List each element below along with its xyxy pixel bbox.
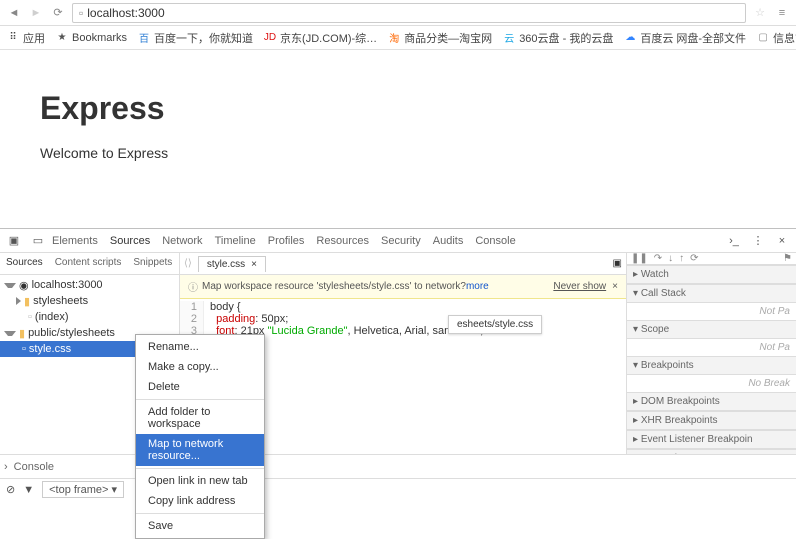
- bookmark-item[interactable]: 淘商品分类—淘宝网: [387, 30, 492, 46]
- pane-breakpoints[interactable]: ▾ Breakpoints: [627, 356, 796, 375]
- apps-icon: ⠿: [6, 31, 20, 45]
- address-bar[interactable]: ▫ localhost:3000: [72, 3, 746, 23]
- page-content: Express Welcome to Express: [0, 50, 796, 161]
- device-icon[interactable]: ▭: [28, 231, 48, 251]
- console-drawer[interactable]: › Console: [0, 454, 796, 478]
- devtools-tab-network[interactable]: Network: [162, 235, 202, 247]
- editor-tab-stylecss[interactable]: style.css ×: [198, 256, 266, 272]
- favicon: JD: [263, 31, 277, 45]
- star-icon[interactable]: ☆: [752, 5, 768, 21]
- step-out-icon[interactable]: ↑: [679, 253, 684, 264]
- kebab-icon[interactable]: ⋮: [748, 231, 768, 251]
- tree-folder-stylesheets[interactable]: ▮stylesheets: [0, 293, 179, 309]
- async-icon[interactable]: ⚑: [783, 253, 792, 264]
- breakpoints-status: No Break: [627, 375, 796, 392]
- file-icon: ▫: [22, 343, 26, 355]
- page-icon: ▫: [79, 6, 83, 20]
- context-menu-item[interactable]: Rename...: [136, 337, 264, 357]
- devtools-tab-console[interactable]: Console: [475, 235, 515, 247]
- pane-xhr-bp[interactable]: ▸ XHR Breakpoints: [627, 411, 796, 430]
- scope-status: Not Pa: [627, 339, 796, 356]
- pane-evl-bp[interactable]: ▸ Event Listener Breakpoin: [627, 430, 796, 449]
- pause-icon[interactable]: ❚❚: [631, 253, 648, 264]
- sources-subtab[interactable]: Sources: [0, 253, 49, 274]
- filter-icon[interactable]: ▼: [23, 484, 34, 496]
- chevron-down-icon: [4, 331, 16, 336]
- url-text: localhost:3000: [87, 6, 164, 20]
- bookmark-item[interactable]: ★Bookmarks: [55, 30, 127, 46]
- bookmark-item[interactable]: 云360云盘 - 我的云盘: [502, 30, 613, 46]
- close-devtools-icon[interactable]: ×: [772, 231, 792, 251]
- favicon: 百: [137, 31, 151, 45]
- context-menu-item[interactable]: Save: [136, 516, 264, 536]
- apps-button[interactable]: ⠿应用: [6, 30, 45, 46]
- inspect-icon[interactable]: ▣: [4, 231, 24, 251]
- bookmark-item[interactable]: ☁百度云 网盘-全部文件: [623, 30, 746, 46]
- context-selector[interactable]: <top frame> ▾: [42, 481, 124, 498]
- favicon: ▢: [756, 31, 770, 45]
- never-show-link[interactable]: Never show: [553, 281, 606, 292]
- sources-subtab[interactable]: Snippets: [127, 253, 178, 274]
- favicon: ★: [55, 31, 69, 45]
- chevron-right-icon: [16, 297, 21, 305]
- context-menu-item[interactable]: Map to network resource...: [136, 434, 264, 466]
- drawer-icon[interactable]: ›_: [724, 231, 744, 251]
- page-welcome: Welcome to Express: [40, 145, 756, 161]
- history-back-icon[interactable]: ⟨⟩: [184, 258, 192, 269]
- step-into-icon[interactable]: ↓: [668, 253, 673, 264]
- file-icon: ▫: [28, 311, 32, 323]
- workspace-info-bar: ⓘ Map workspace resource 'stylesheets/st…: [180, 275, 626, 299]
- context-menu-item[interactable]: Copy link address: [136, 491, 264, 511]
- context-menu: Rename...Make a copy...Delete Add folder …: [135, 334, 265, 539]
- favicon: ☁: [623, 31, 637, 45]
- devtools-panel: ▣ ▭ ElementsSourcesNetworkTimelineProfil…: [0, 228, 796, 500]
- devtools-tab-timeline[interactable]: Timeline: [215, 235, 256, 247]
- favicon: 云: [502, 31, 516, 45]
- path-tooltip: esheets/style.css: [448, 315, 542, 334]
- pane-dom-bp[interactable]: ▸ DOM Breakpoints: [627, 392, 796, 411]
- menu-icon[interactable]: ≡: [774, 5, 790, 21]
- context-menu-item[interactable]: Add folder to workspace: [136, 402, 264, 434]
- tree-origin[interactable]: ◉localhost:3000: [0, 277, 179, 293]
- devtools-tab-sources[interactable]: Sources: [110, 235, 150, 247]
- clear-console-icon[interactable]: ⊘: [6, 483, 15, 496]
- devtools-tab-profiles[interactable]: Profiles: [268, 235, 305, 247]
- tree-index[interactable]: ▫(index): [0, 309, 179, 325]
- context-menu-item[interactable]: Delete: [136, 377, 264, 397]
- reload-icon[interactable]: ⟳: [50, 5, 66, 21]
- page-title: Express: [40, 90, 756, 127]
- info-icon: ⓘ: [188, 279, 198, 294]
- context-menu-item[interactable]: Make a copy...: [136, 357, 264, 377]
- callstack-status: Not Pa: [627, 303, 796, 320]
- bookmark-item[interactable]: ▢信息管理系统: [756, 30, 796, 46]
- sources-subtab[interactable]: Content scripts: [49, 253, 128, 274]
- devtools-tab-elements[interactable]: Elements: [52, 235, 98, 247]
- info-more-link[interactable]: more: [466, 281, 489, 292]
- devtools-tab-audits[interactable]: Audits: [433, 235, 464, 247]
- devtools-tab-resources[interactable]: Resources: [316, 235, 369, 247]
- close-tab-icon[interactable]: ×: [251, 259, 257, 270]
- pane-scope[interactable]: ▾ Scope: [627, 320, 796, 339]
- pane-watch[interactable]: ▸ Watch: [627, 265, 796, 284]
- nav-forward-icon[interactable]: ►: [28, 5, 44, 21]
- bookmark-item[interactable]: JD京东(JD.COM)-综…: [263, 30, 377, 46]
- devtools-tab-security[interactable]: Security: [381, 235, 421, 247]
- pane-callstack[interactable]: ▾ Call Stack: [627, 284, 796, 303]
- globe-icon: ◉: [19, 279, 29, 292]
- deactivate-bp-icon[interactable]: ⟳: [690, 253, 698, 264]
- favicon: 淘: [387, 31, 401, 45]
- nav-back-icon[interactable]: ◄: [6, 5, 22, 21]
- folder-icon: ▮: [24, 295, 30, 308]
- close-info-icon[interactable]: ×: [612, 281, 618, 292]
- bookmark-item[interactable]: 百百度一下，你就知道: [137, 30, 253, 46]
- step-over-icon[interactable]: ↷: [654, 253, 662, 264]
- editor-expand-icon[interactable]: ▣: [613, 258, 622, 269]
- chevron-right-icon: ›: [4, 461, 8, 473]
- bookmarks-bar: ⠿应用 ★Bookmarks 百百度一下，你就知道 JD京东(JD.COM)-综… 淘…: [0, 26, 796, 50]
- folder-icon: ▮: [19, 327, 25, 340]
- chevron-down-icon: [4, 283, 16, 288]
- context-menu-item[interactable]: Open link in new tab: [136, 471, 264, 491]
